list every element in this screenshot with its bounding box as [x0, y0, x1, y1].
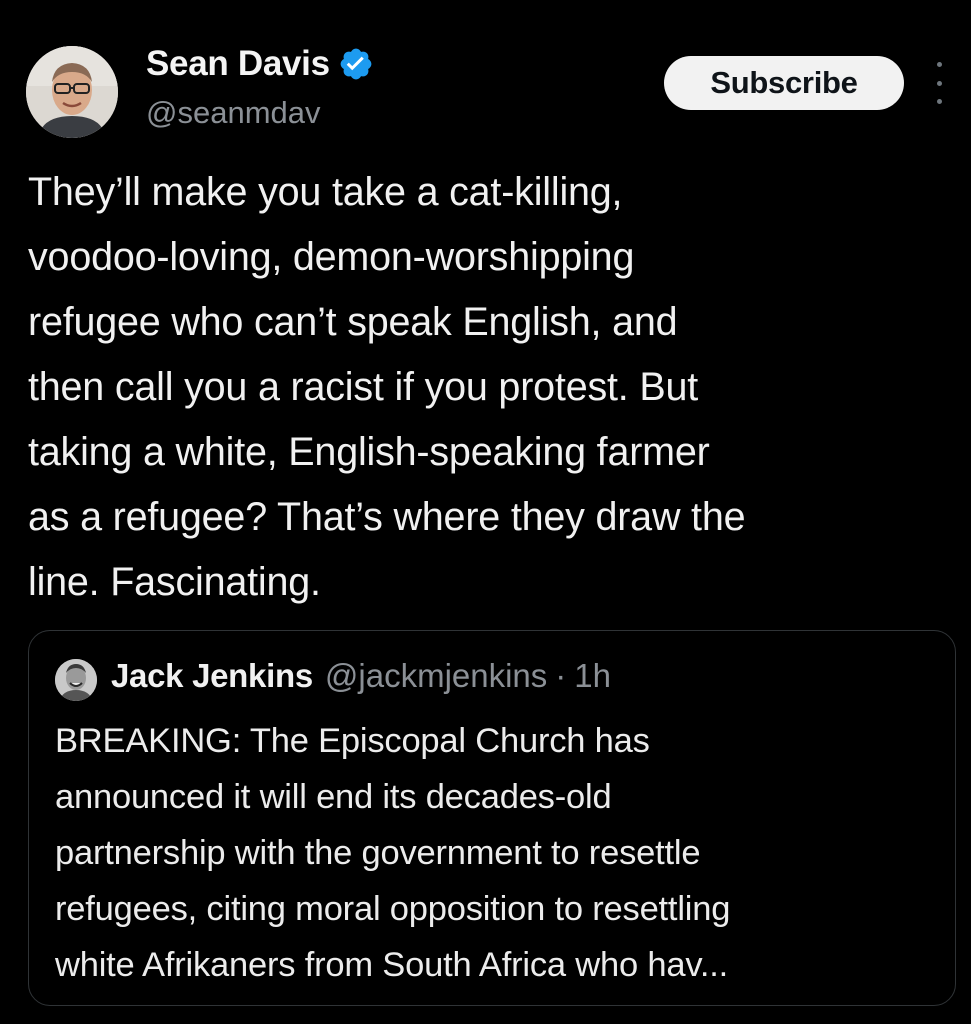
- tweet-text: They’ll make you take a cat-killing, voo…: [28, 170, 746, 604]
- verified-badge-icon[interactable]: [338, 46, 374, 82]
- quoted-tweet-timestamp[interactable]: 1h: [574, 657, 611, 695]
- quoted-author-handle[interactable]: @jackmjenkins: [325, 657, 547, 695]
- author-avatar[interactable]: [26, 46, 118, 138]
- author-name-row: Sean Davis: [146, 44, 374, 84]
- separator-dot: ·: [555, 657, 567, 694]
- quoted-author-avatar[interactable]: [55, 659, 97, 701]
- profile-photo-icon: [26, 46, 118, 138]
- tweet-card: Sean Davis @seanmdav Subscribe They’ll m…: [0, 0, 971, 1024]
- quoted-tweet[interactable]: Jack Jenkins @jackmjenkins · 1h BREAKING…: [28, 630, 956, 1006]
- quoted-tweet-header: Jack Jenkins @jackmjenkins · 1h: [111, 657, 611, 695]
- author-handle[interactable]: @seanmdav: [146, 95, 321, 131]
- subscribe-button[interactable]: Subscribe: [664, 56, 904, 110]
- quoted-author-display-name[interactable]: Jack Jenkins: [111, 657, 313, 695]
- quoted-tweet-text: BREAKING: The Episcopal Church has annou…: [55, 722, 731, 984]
- author-display-name[interactable]: Sean Davis: [146, 44, 330, 84]
- profile-photo-icon: [55, 659, 97, 701]
- more-options-icon[interactable]: [928, 62, 950, 104]
